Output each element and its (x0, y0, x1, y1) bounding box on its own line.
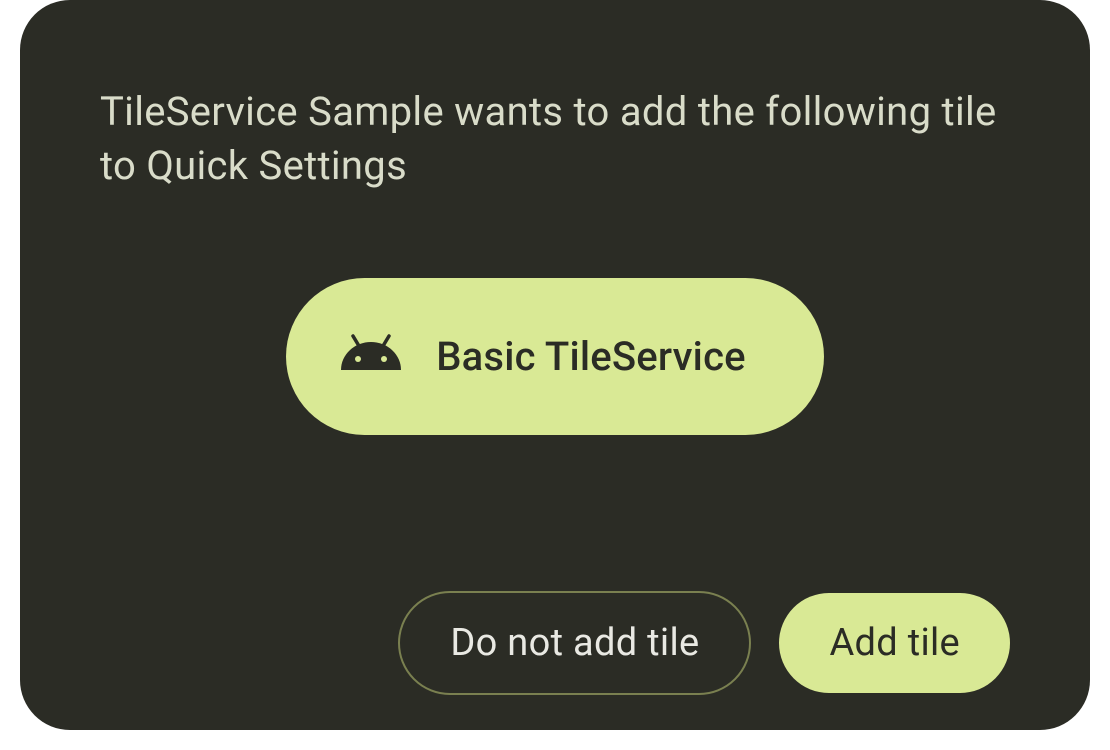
add-tile-button[interactable]: Add tile (779, 593, 1010, 693)
tile-preview-container: Basic TileService (100, 278, 1010, 435)
dialog-actions: Do not add tile Add tile (398, 591, 1010, 695)
dialog-prompt: TileService Sample wants to add the foll… (100, 85, 1010, 193)
android-icon (341, 334, 401, 379)
tile-label: Basic TileService (436, 333, 746, 380)
tile-preview-pill: Basic TileService (286, 278, 824, 435)
do-not-add-tile-button[interactable]: Do not add tile (398, 591, 751, 695)
add-tile-dialog: TileService Sample wants to add the foll… (20, 0, 1090, 730)
